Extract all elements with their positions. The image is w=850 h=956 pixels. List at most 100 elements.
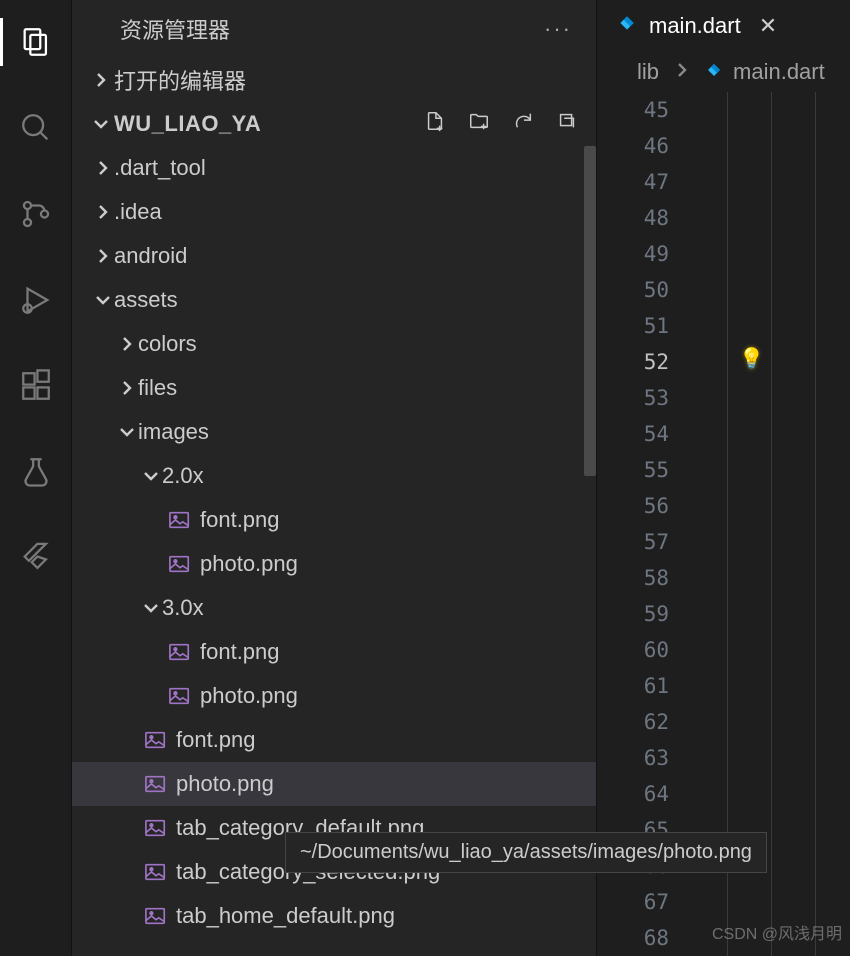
line-number[interactable]: 60 <box>597 632 669 668</box>
folder-item[interactable]: 2.0x <box>72 454 596 498</box>
line-number[interactable]: 62 <box>597 704 669 740</box>
folder-label: .dart_tool <box>114 155 206 181</box>
file-label: photo.png <box>200 551 298 577</box>
line-number[interactable]: 68 <box>597 920 669 956</box>
folder-item[interactable]: android <box>72 234 596 278</box>
line-number[interactable]: 49 <box>597 236 669 272</box>
editor-tabs: main.dart ✕ <box>597 0 850 52</box>
folder-label: android <box>114 243 187 269</box>
line-gutter: 4546474849505152535455565758596061626364… <box>597 92 685 956</box>
folder-item[interactable]: .dart_tool <box>72 146 596 190</box>
image-icon <box>168 510 192 530</box>
activity-source-control[interactable] <box>12 190 60 238</box>
line-number[interactable]: 59 <box>597 596 669 632</box>
file-item[interactable]: photo.png <box>72 762 596 806</box>
image-icon <box>144 774 168 794</box>
line-number[interactable]: 56 <box>597 488 669 524</box>
breadcrumb-folder[interactable]: lib <box>637 59 659 85</box>
collapse-all-icon[interactable] <box>556 110 578 138</box>
line-number[interactable]: 64 <box>597 776 669 812</box>
file-item[interactable]: tab_home_default.png <box>72 894 596 938</box>
code-area[interactable]: 4546474849505152535455565758596061626364… <box>597 92 850 956</box>
chevron-down-icon <box>88 115 114 133</box>
sidebar-header: 资源管理器 ··· <box>72 0 596 58</box>
file-item[interactable]: font.png <box>72 718 596 762</box>
code-lines[interactable]: 💡 <box>685 92 850 956</box>
file-label: font.png <box>200 507 280 533</box>
chevron-right-icon <box>92 159 114 177</box>
activity-flutter[interactable] <box>12 534 60 582</box>
folder-label: 2.0x <box>162 463 204 489</box>
line-number[interactable]: 61 <box>597 668 669 704</box>
line-number[interactable]: 57 <box>597 524 669 560</box>
activity-testing[interactable] <box>12 448 60 496</box>
file-label: font.png <box>200 639 280 665</box>
chevron-right-icon <box>116 335 138 353</box>
line-number[interactable]: 45 <box>597 92 669 128</box>
file-item[interactable]: photo.png <box>72 542 596 586</box>
refresh-icon[interactable] <box>512 110 534 138</box>
activity-extensions[interactable] <box>12 362 60 410</box>
folder-item[interactable]: images <box>72 410 596 454</box>
breadcrumb[interactable]: lib main.dart <box>597 52 850 92</box>
folder-label: files <box>138 375 177 401</box>
breadcrumb-file[interactable]: main.dart <box>705 59 825 85</box>
new-folder-icon[interactable] <box>468 110 490 138</box>
chevron-down-icon <box>140 467 162 485</box>
sidebar-more-icon[interactable]: ··· <box>544 16 580 42</box>
image-icon <box>144 818 168 838</box>
line-number[interactable]: 55 <box>597 452 669 488</box>
explorer-sidebar: 资源管理器 ··· 打开的编辑器 WU_LIAO_YA .dart_t <box>72 0 596 956</box>
image-icon <box>144 906 168 926</box>
activity-bar <box>0 0 72 956</box>
chevron-right-icon <box>92 203 114 221</box>
lightbulb-icon[interactable]: 💡 <box>739 346 764 371</box>
line-number[interactable]: 47 <box>597 164 669 200</box>
chevron-down-icon <box>92 291 114 309</box>
line-number[interactable]: 58 <box>597 560 669 596</box>
image-icon <box>144 862 168 882</box>
file-item[interactable]: font.png <box>72 630 596 674</box>
line-number[interactable]: 54 <box>597 416 669 452</box>
image-icon <box>168 554 192 574</box>
line-number[interactable]: 46 <box>597 128 669 164</box>
folder-label: assets <box>114 287 178 313</box>
folder-item[interactable]: .idea <box>72 190 596 234</box>
file-label: photo.png <box>200 683 298 709</box>
chevron-right-icon <box>116 379 138 397</box>
line-number[interactable]: 48 <box>597 200 669 236</box>
file-item[interactable]: photo.png <box>72 674 596 718</box>
chevron-down-icon <box>140 599 162 617</box>
line-number[interactable]: 53 <box>597 380 669 416</box>
activity-search[interactable] <box>12 104 60 152</box>
file-item[interactable]: font.png <box>72 498 596 542</box>
image-icon <box>144 730 168 750</box>
folder-item[interactable]: assets <box>72 278 596 322</box>
editor-tab[interactable]: main.dart ✕ <box>597 0 791 51</box>
open-editors-section[interactable]: 打开的编辑器 <box>72 58 596 102</box>
path-tooltip: ~/Documents/wu_liao_ya/assets/images/pho… <box>285 832 767 873</box>
activity-run[interactable] <box>12 276 60 324</box>
folder-item[interactable]: colors <box>72 322 596 366</box>
line-number[interactable]: 52 <box>597 344 669 380</box>
chevron-right-icon <box>673 59 691 85</box>
line-number[interactable]: 51 <box>597 308 669 344</box>
file-label: tab_home_default.png <box>176 903 395 929</box>
sidebar-title: 资源管理器 <box>120 13 230 45</box>
image-icon <box>168 642 192 662</box>
line-number[interactable]: 67 <box>597 884 669 920</box>
editor-pane: main.dart ✕ lib main.dart 45464748495051… <box>596 0 850 956</box>
image-icon <box>168 686 192 706</box>
folder-item[interactable]: files <box>72 366 596 410</box>
folder-item[interactable]: 3.0x <box>72 586 596 630</box>
activity-explorer[interactable] <box>12 18 60 66</box>
dart-icon <box>705 59 723 85</box>
line-number[interactable]: 63 <box>597 740 669 776</box>
close-icon[interactable]: ✕ <box>759 13 777 39</box>
new-file-icon[interactable] <box>424 110 446 138</box>
line-number[interactable]: 50 <box>597 272 669 308</box>
chevron-right-icon <box>92 247 114 265</box>
folder-label: colors <box>138 331 197 357</box>
open-editors-label: 打开的编辑器 <box>114 64 246 96</box>
workspace-section[interactable]: WU_LIAO_YA <box>72 102 596 146</box>
